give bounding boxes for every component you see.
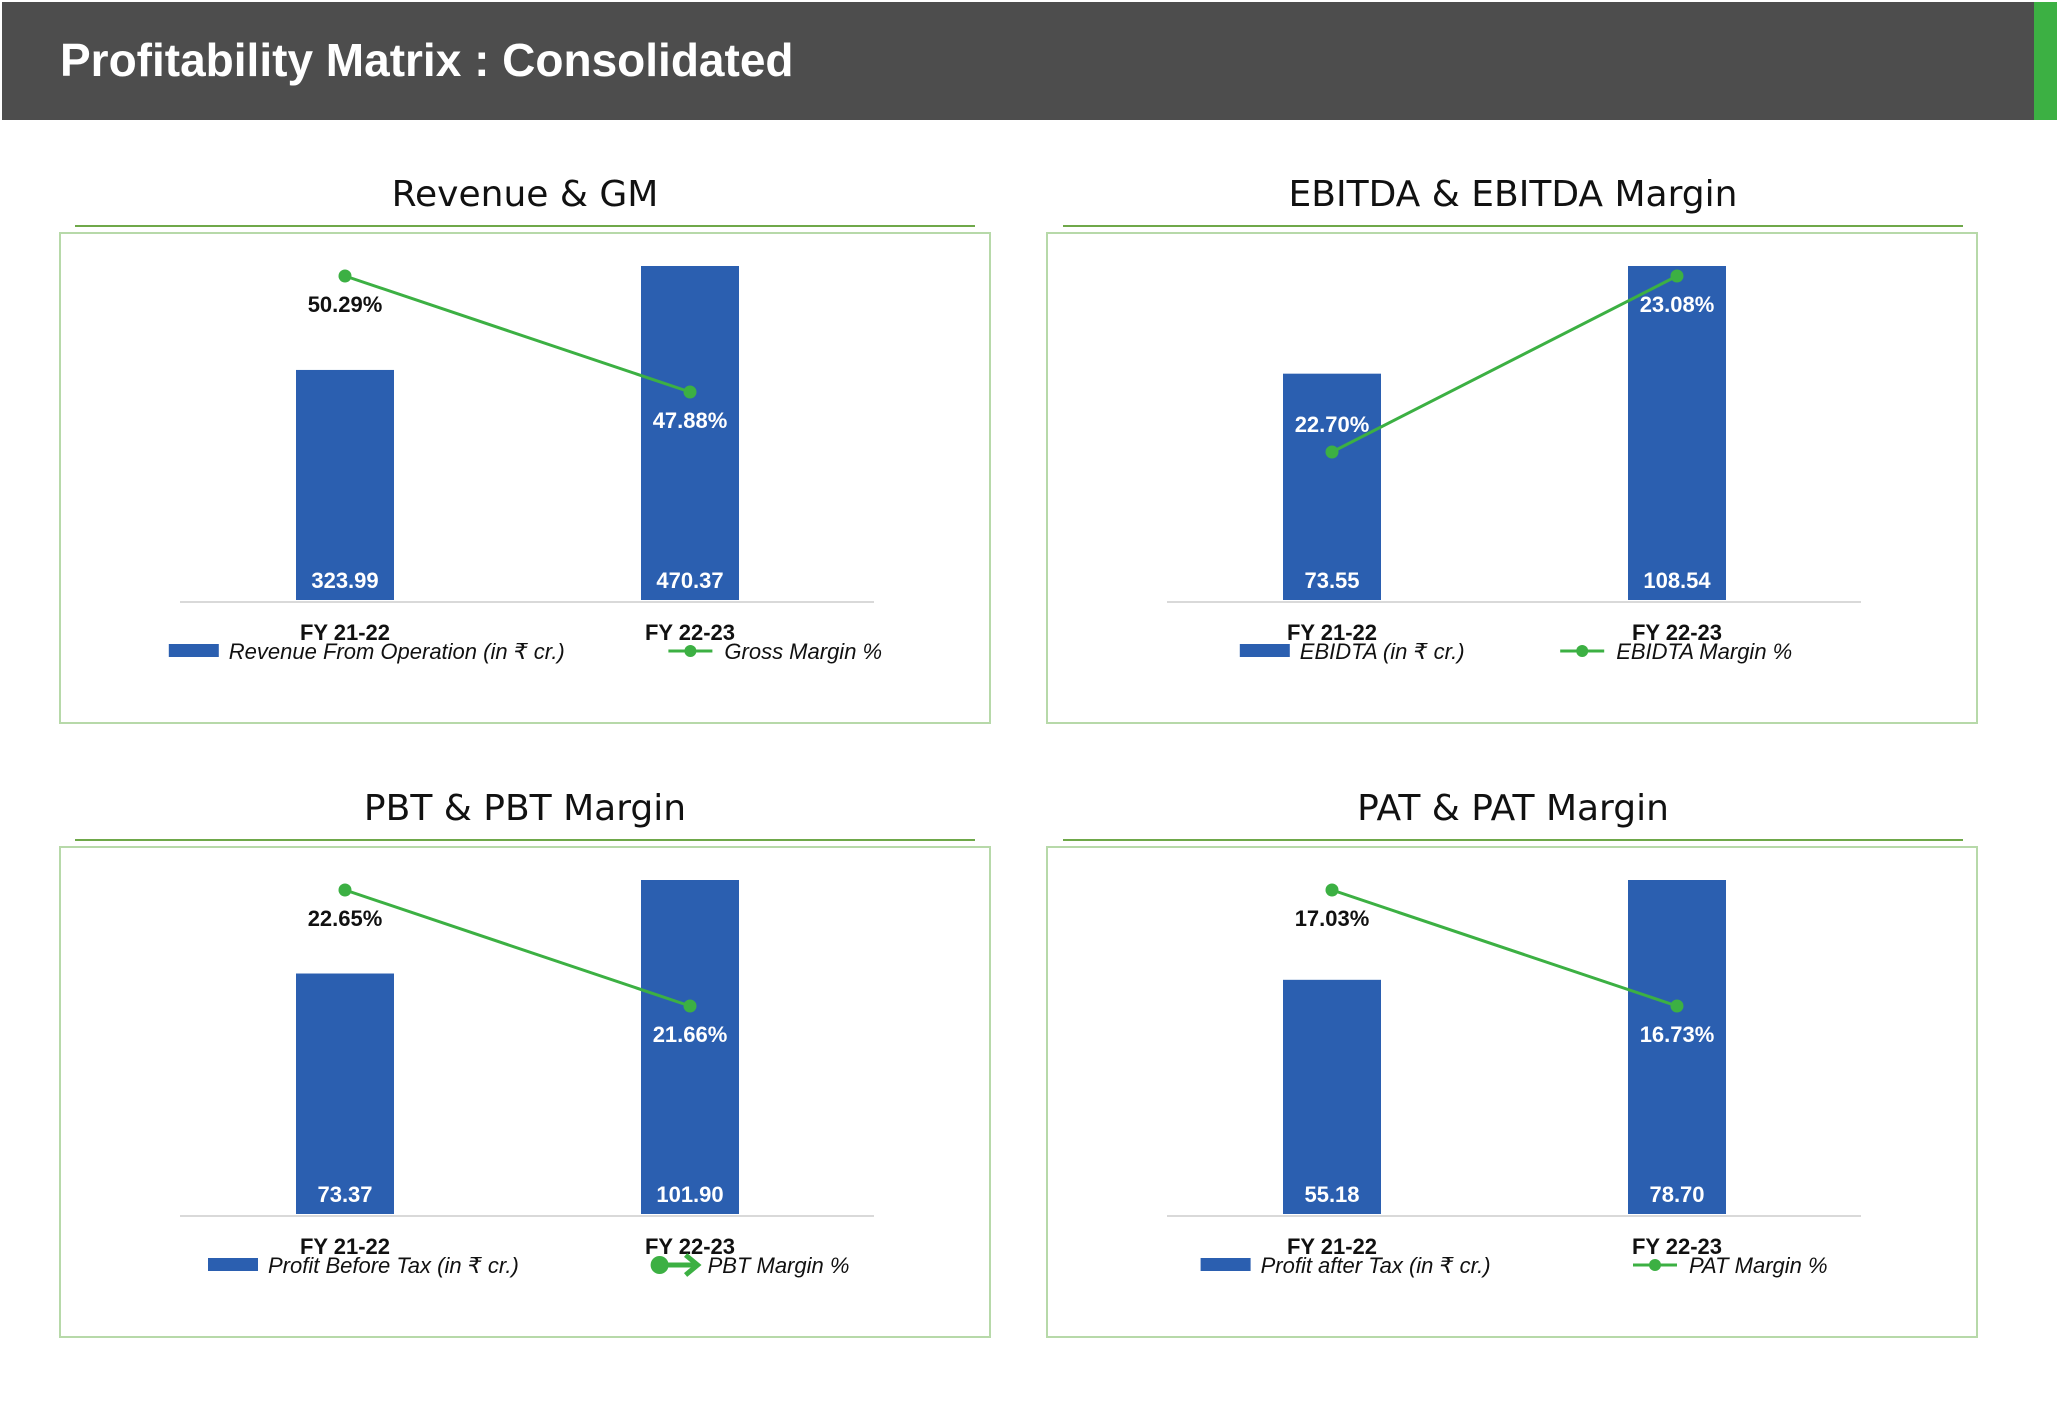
- margin-value-label: 47.88%: [653, 408, 728, 433]
- legend-label-line: Gross Margin %: [724, 639, 882, 664]
- legend-bar-swatch: [1239, 644, 1290, 657]
- legend-label-bar: Revenue From Operation (in ₹ cr.): [229, 639, 565, 664]
- legend-label-line: PAT Margin %: [1689, 1253, 1828, 1278]
- bar: [296, 973, 394, 1214]
- margin-value-label: 17.03%: [1295, 906, 1370, 931]
- legend-label-line: EBIDTA Margin %: [1616, 639, 1792, 664]
- legend-label-bar: Profit after Tax (in ₹ cr.): [1261, 1253, 1491, 1278]
- title-divider: [75, 839, 975, 841]
- legend-dot-icon: [1649, 1259, 1661, 1271]
- line-point: [1670, 999, 1684, 1013]
- margin-value-label: 22.65%: [308, 906, 383, 931]
- margin-line: [344, 274, 691, 394]
- category-label: FY 22-23: [645, 620, 735, 645]
- line-point: [683, 385, 697, 399]
- title-divider: [1063, 225, 1963, 227]
- margin-value-label: 22.70%: [1295, 412, 1370, 437]
- chart-title: Revenue & GM: [391, 174, 659, 215]
- bar-value-label: 323.99: [311, 568, 378, 593]
- margin-value-label: 21.66%: [653, 1022, 728, 1047]
- combo-chart: 73.55FY 21-22108.54FY 22-2322.70%23.08%E…: [1167, 266, 1861, 664]
- bar: [641, 880, 739, 1214]
- margin-line: [1331, 888, 1678, 1008]
- bar: [1628, 880, 1726, 1214]
- title-divider: [1063, 839, 1963, 841]
- line-point: [338, 883, 352, 897]
- margin-value-label: 16.73%: [1640, 1022, 1715, 1047]
- bar: [1283, 979, 1381, 1214]
- combo-chart: 323.99FY 21-22470.37FY 22-2350.29%47.88%…: [168, 266, 882, 664]
- bar-value-label: 470.37: [656, 568, 723, 593]
- legend-dot-icon: [684, 645, 697, 657]
- line-point: [1325, 883, 1339, 897]
- legend-dot-icon: [650, 1256, 669, 1274]
- bar-value-label: 73.37: [317, 1182, 372, 1207]
- legend-label-bar: Profit Before Tax (in ₹ cr.): [268, 1253, 519, 1278]
- bar-value-label: 101.90: [656, 1182, 723, 1207]
- bar-value-label: 73.55: [1304, 568, 1359, 593]
- bar: [641, 266, 739, 600]
- margin-value-label: 23.08%: [1640, 292, 1715, 317]
- bar: [1283, 373, 1381, 600]
- margin-line: [344, 888, 691, 1008]
- line-point: [1670, 269, 1684, 283]
- bar-value-label: 78.70: [1649, 1182, 1704, 1207]
- line-point: [1325, 445, 1339, 459]
- bar: [296, 369, 394, 600]
- title-divider: [75, 225, 975, 227]
- bar-value-label: 108.54: [1643, 568, 1711, 593]
- page-title: Profitability Matrix : Consolidated: [60, 34, 794, 86]
- chart-title: PBT & PBT Margin: [363, 788, 687, 829]
- legend-bar-swatch: [208, 1258, 258, 1271]
- combo-chart: 55.18FY 21-2278.70FY 22-2317.03%16.73%Pr…: [1167, 880, 1861, 1278]
- margin-line: [1331, 274, 1678, 454]
- legend-label-bar: EBIDTA (in ₹ cr.): [1300, 639, 1465, 664]
- combo-chart: 73.37FY 21-22101.90FY 22-2322.65%21.66%P…: [180, 880, 874, 1278]
- header-accent-stripe: [2034, 2, 2057, 120]
- chart-title: PAT & PAT Margin: [1357, 788, 1669, 829]
- legend-label-line: PBT Margin %: [708, 1253, 850, 1278]
- margin-value-label: 50.29%: [308, 292, 383, 317]
- legend-dot-icon: [1576, 645, 1589, 657]
- chart-title: EBITDA & EBITDA Margin: [1288, 174, 1738, 215]
- line-point: [338, 269, 352, 283]
- legend-bar-swatch: [168, 644, 219, 657]
- legend-bar-swatch: [1200, 1258, 1251, 1271]
- bar-value-label: 55.18: [1304, 1182, 1359, 1207]
- line-point: [683, 999, 697, 1013]
